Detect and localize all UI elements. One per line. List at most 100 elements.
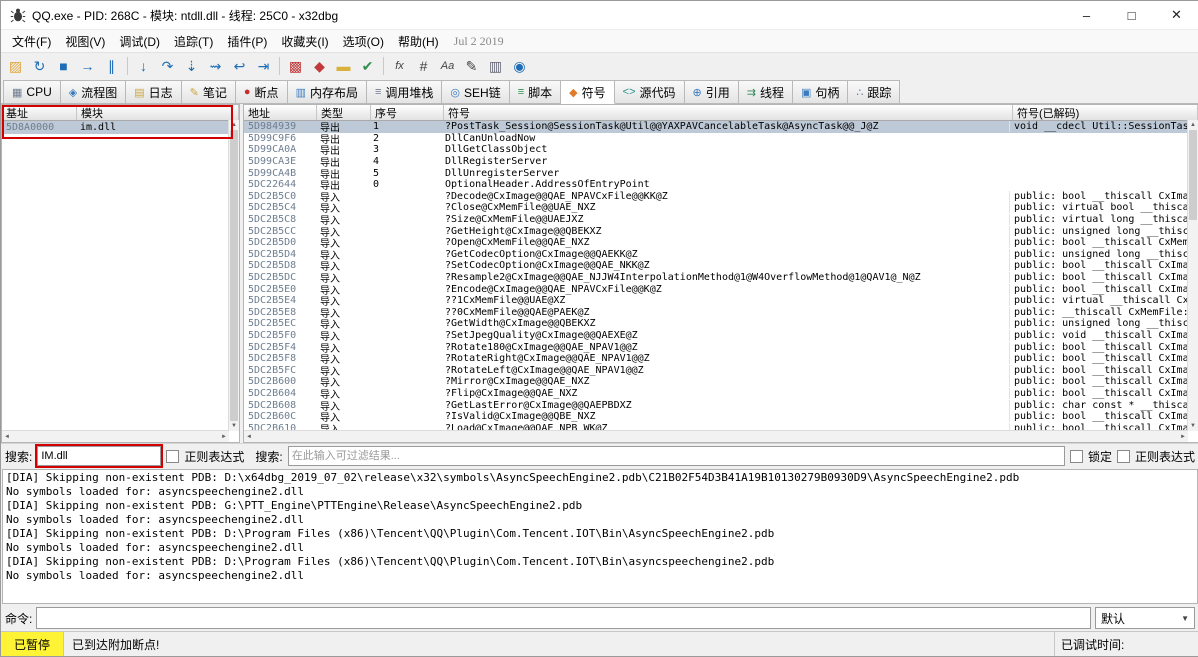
scroll-up-icon[interactable]: ▲ (229, 120, 239, 130)
symbol-row[interactable]: 5DC2B5DC导入?Resample2@CxImage@@QAE_NJJW4I… (244, 272, 1198, 284)
symbol-row[interactable]: 5DC2B5F4导入?Rotate180@CxImage@@QAE_NPAV1@… (244, 341, 1198, 353)
symbol-row[interactable]: 5DC2B5C4导入?Close@CxMemFile@@UAE_NXZpubli… (244, 202, 1198, 214)
tab-trace[interactable]: ∴跟踪 (848, 80, 900, 104)
menu-item-文件F[interactable]: 文件(F) (5, 31, 58, 52)
run-until-return-icon[interactable]: ↩ (228, 55, 251, 77)
module-search-input[interactable] (37, 446, 161, 466)
scroll-down-icon[interactable]: ▼ (229, 421, 239, 431)
symbol-row[interactable]: 5DC2B5C8导入?Size@CxMemFile@@UAEJXZpublic:… (244, 214, 1198, 226)
symbols-header-address[interactable]: 地址 (244, 105, 317, 120)
tab-cpu[interactable]: ▦CPU (3, 80, 61, 104)
trace-over-icon[interactable]: ⇝ (204, 55, 227, 77)
comment-icon[interactable]: ▬ (332, 55, 355, 77)
menu-item-帮助H[interactable]: 帮助(H) (391, 31, 446, 52)
pause-icon[interactable]: ∥ (100, 55, 123, 77)
tab-notes[interactable]: ✎笔记 (182, 80, 236, 104)
scroll-down-icon[interactable]: ▼ (1188, 421, 1198, 431)
run-icon[interactable]: → (76, 55, 99, 77)
symbols-header-ordinal[interactable]: 序号 (371, 105, 444, 120)
command-profile-dropdown[interactable]: 默认 ▼ (1095, 607, 1195, 629)
modules-vertical-scrollbar[interactable]: ▲ ▼ (228, 120, 239, 431)
step-into-icon[interactable]: ↓ (132, 55, 155, 77)
tab-memory-map[interactable]: ▥内存布局 (288, 80, 367, 104)
modules-horizontal-scrollbar[interactable]: ◄ ► (2, 430, 229, 442)
symbol-row[interactable]: 5DC2B600导入?Mirror@CxImage@@QAE_NXZpublic… (244, 376, 1198, 388)
menu-item-调试D[interactable]: 调试(D) (112, 31, 167, 52)
assemble-icon[interactable]: Aa (436, 55, 459, 77)
command-input[interactable] (36, 607, 1091, 629)
run-to-user-code-icon[interactable]: ⇥ (252, 55, 275, 77)
menu-item-收藏夹I[interactable]: 收藏夹(I) (274, 31, 335, 52)
tab-source[interactable]: <>源代码 (615, 80, 685, 104)
scroll-up-icon[interactable]: ▲ (1188, 120, 1198, 130)
symbol-row[interactable]: 5D99CA3E导出4DllRegisterServer (244, 156, 1198, 168)
open-file-icon[interactable]: ▨ (4, 55, 27, 77)
symbol-row[interactable]: 5DC2B5E4导入??1CxMemFile@@UAE@XZpublic: vi… (244, 295, 1198, 307)
step-over-icon[interactable]: ↷ (156, 55, 179, 77)
symbol-row[interactable]: 5DC2B5CC导入?GetHeight@CxImage@@QBEKXZpubl… (244, 225, 1198, 237)
lock-checkbox[interactable] (1070, 450, 1083, 463)
symbol-row[interactable]: 5DC2B5FC导入?RotateLeft@CxImage@@QAE_NPAV1… (244, 364, 1198, 376)
scroll-thumb[interactable] (230, 130, 238, 421)
symbol-row[interactable]: 5DC22644导出0OptionalHeader.AddressOfEntry… (244, 179, 1198, 191)
symbol-search-input[interactable] (288, 446, 1065, 466)
symbols-header-decorated[interactable]: 符号(已解码) (1013, 105, 1198, 120)
symbol-row[interactable]: 5D99CA4B导出5DllUnregisterServer (244, 167, 1198, 179)
hash-icon[interactable]: # (412, 55, 435, 77)
tab-graph[interactable]: ◈流程图 (61, 80, 126, 104)
symbol-row[interactable]: 5DC2B5F8导入?RotateRight@CxImage@@QAE_NPAV… (244, 353, 1198, 365)
scroll-right-icon[interactable]: ► (219, 432, 229, 442)
module-row-im-dll[interactable]: 5D8A0000 im.dll (2, 121, 239, 134)
symbol-row[interactable]: 5DC2B5F0导入?SetJpegQuality@CxImage@@QAEXE… (244, 330, 1198, 342)
tab-breakpoints[interactable]: ●断点 (236, 80, 288, 104)
help-icon[interactable]: ◉ (508, 55, 531, 77)
modules-header-base[interactable]: 基址 (2, 105, 77, 120)
tab-seh-chain[interactable]: ◎SEH链 (442, 80, 509, 104)
scroll-left-icon[interactable]: ◄ (2, 432, 12, 442)
trace-into-icon[interactable]: ⇣ (180, 55, 203, 77)
highlight-icon[interactable]: ✎ (460, 55, 483, 77)
tab-threads[interactable]: ⇉线程 (739, 80, 793, 104)
patches-icon[interactable]: ▩ (284, 55, 307, 77)
tab-handles[interactable]: ▣句柄 (793, 80, 848, 104)
breakpoints-icon[interactable]: ◆ (308, 55, 331, 77)
minimize-button[interactable]: – (1064, 1, 1109, 29)
scroll-left-icon[interactable]: ◄ (244, 432, 254, 442)
tab-call-stack[interactable]: ≡调用堆栈 (367, 80, 442, 104)
menu-item-追踪T[interactable]: 追踪(T) (167, 31, 220, 52)
tab-references[interactable]: ⊕引用 (685, 80, 739, 104)
tab-symbols[interactable]: ◆符号 (561, 80, 614, 104)
symbols-horizontal-scrollbar[interactable]: ◄ ► (244, 430, 1188, 442)
favourites-icon[interactable]: ✔ (356, 55, 379, 77)
menu-item-视图V[interactable]: 视图(V) (58, 31, 112, 52)
maximize-button[interactable]: □ (1109, 1, 1154, 29)
menu-item-选项O[interactable]: 选项(O) (336, 31, 391, 52)
symbol-row[interactable]: 5D984939导出1?PostTask_Session@SessionTask… (244, 121, 1198, 133)
symbols-vertical-scrollbar[interactable]: ▲ ▼ (1187, 120, 1198, 431)
module-regex-checkbox[interactable] (166, 450, 179, 463)
log-view[interactable]: [DIA] Skipping non-existent PDB: D:\x64d… (2, 469, 1198, 604)
symbol-row[interactable]: 5DC2B5E0导入?Encode@CxImage@@QAE_NPAVCxFil… (244, 283, 1198, 295)
symbol-row[interactable]: 5DC2B5E8导入??0CxMemFile@@QAE@PAEK@Zpublic… (244, 307, 1198, 319)
scroll-thumb[interactable] (1189, 130, 1197, 220)
function-icon[interactable]: fx (388, 55, 411, 77)
symbol-row[interactable]: 5DC2B5C0导入?Decode@CxImage@@QAE_NPAVCxFil… (244, 191, 1198, 203)
symbol-row[interactable]: 5DC2B604导入?Flip@CxImage@@QAE_NXZpublic: … (244, 388, 1198, 400)
menu-item-插件P[interactable]: 插件(P) (220, 31, 274, 52)
symbol-row[interactable]: 5D99C9F6导出2DllCanUnloadNow (244, 133, 1198, 145)
symbol-row[interactable]: 5DC2B5D8导入?SetCodecOption@CxImage@@QAE_N… (244, 260, 1198, 272)
symbol-row[interactable]: 5DC2B608导入?GetLastError@CxImage@@QAEPBDX… (244, 399, 1198, 411)
modules-header-module[interactable]: 模块 (77, 105, 239, 120)
restart-icon[interactable]: ↻ (28, 55, 51, 77)
symbol-row[interactable]: 5DC2B5D0导入?Open@CxMemFile@@QAE_NXZpublic… (244, 237, 1198, 249)
stop-icon[interactable]: ■ (52, 55, 75, 77)
symbol-row[interactable]: 5DC2B5D4导入?GetCodecOption@CxImage@@QAEKK… (244, 249, 1198, 261)
symbol-regex-checkbox[interactable] (1117, 450, 1130, 463)
close-button[interactable]: ✕ (1154, 1, 1198, 29)
memory-map-icon[interactable]: ▥ (484, 55, 507, 77)
scroll-right-icon[interactable]: ► (1178, 432, 1188, 442)
symbols-header-symbol[interactable]: 符号 (444, 105, 1013, 120)
tab-script[interactable]: ≡脚本 (510, 80, 561, 104)
symbol-row[interactable]: 5D99CA0A导出3DllGetClassObject (244, 144, 1198, 156)
symbols-header-type[interactable]: 类型 (317, 105, 371, 120)
